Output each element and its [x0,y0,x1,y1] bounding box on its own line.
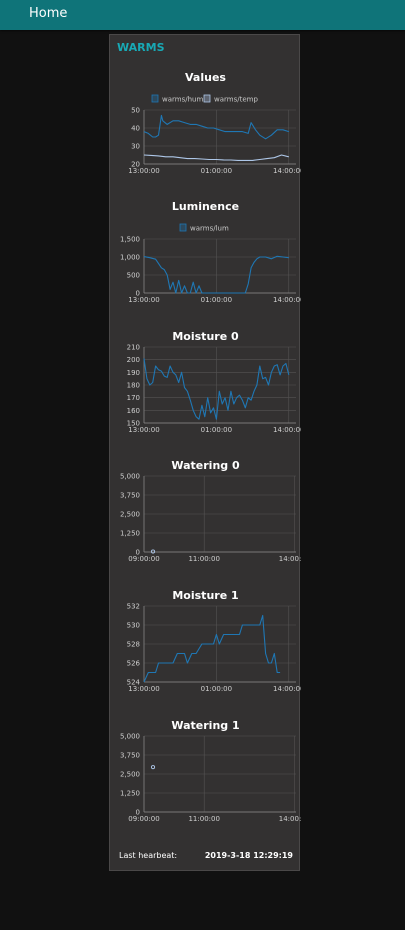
chart-moisture1: Moisture 1 532 530 528 526 524 13:00:00 01:00:… [110,589,305,709]
x-tick-label: 01:00:00 [201,167,232,175]
x-tick-label: 14:00:00 [273,167,301,175]
y-tick-label: 160 [127,407,140,415]
data-point [150,549,156,554]
chart-watering1: Watering 1 5,000 3,750 2,500 1,250 0 09:00:00… [110,719,310,839]
moisture0-plot: 21020019018017016015013:00:00 01:00:00 14:… [127,344,305,435]
chart-watering0: Watering 0 5,000 3,750 2,500 1,250 0 09:00:00… [110,459,310,579]
x-tick-label: 14:00:00 [279,815,301,823]
heartbeat-label: Last hearbeat: [119,851,178,860]
series-line [143,614,281,683]
chart-title: Watering 1 [171,719,240,732]
x-tick-label: 09:00:00 [128,815,159,823]
chart-title: Moisture 0 [172,330,239,343]
chart-title: Moisture 1 [172,589,239,602]
y-tick-label: 1,250 [120,530,140,538]
y-tick-label: 170 [127,394,140,402]
top-navbar: Home [0,0,405,30]
chart-values: Values warms/hum warms/temp 50 40 30 20 13:00:… [110,71,304,191]
x-tick-label: 13:00:00 [128,296,159,304]
y-tick-label: 532 [127,603,140,611]
legend-swatch [179,223,187,232]
watering0-plot: 5,0003,7502,5001,250009:00:00 11:00:00 14:… [120,473,310,564]
data-point [150,765,156,770]
legend-swatch [151,94,159,103]
y-tick-label: 1,250 [120,790,140,798]
chart-moisture0: Moisture 0 210 200 190 180 170 160 150 13:00:00… [110,330,305,450]
y-tick-label: 50 [131,107,140,115]
warms-panel: WARMS Values warms/hum warms/temp 50 40 30 20… [109,34,310,871]
chart-title: Luminence [171,200,240,213]
chart-title: Values [185,71,226,84]
x-tick-label: 01:00:00 [201,685,232,693]
luminence-plot: warms/lum1,5001,000500013:00:00 01:00:00 1… [120,223,304,304]
y-tick-label: 200 [127,356,140,364]
y-tick-label: 3,750 [120,752,140,760]
heartbeat-value: 2019-3-18 12:29:19 [204,851,293,860]
heartbeat-footer: Last hearbeat: 2019-3-18 12:29:19 [110,851,301,865]
chart-luminence: Luminence warms/lum 1,500 1,000 500 0 13:00:0… [110,200,305,320]
chart-title: Watering 0 [171,459,240,472]
x-tick-label: 14:00:00 [273,685,301,693]
home-link[interactable]: Home [29,6,67,21]
y-tick-label: 1,000 [120,254,140,262]
x-tick-label: 11:00:00 [188,815,219,823]
y-tick-label: 5,000 [120,473,140,481]
x-tick-label: 14:00:00 [273,296,301,304]
y-tick-label: 530 [127,622,140,630]
x-tick-label: 13:00:00 [128,685,159,693]
y-tick-label: 1,500 [120,236,140,244]
watering1-plot: 5,0003,7502,5001,250009:00:00 11:00:00 14:… [120,733,310,824]
y-tick-label: 2,500 [120,771,140,779]
legend-swatch [203,94,211,103]
y-tick-label: 5,000 [120,733,140,741]
y-tick-label: 180 [127,382,140,390]
y-tick-label: 3,750 [120,492,140,500]
x-tick-label: 01:00:00 [201,426,232,434]
y-tick-label: 2,500 [120,511,140,519]
y-tick-label: 210 [127,344,140,352]
y-tick-label: 500 [127,272,140,280]
legend-label: warms/lum [190,225,229,233]
x-tick-label: 09:00:00 [128,555,159,563]
panel-title: WARMS [117,41,165,54]
y-tick-label: 190 [127,369,140,377]
x-tick-label: 13:00:00 [128,426,159,434]
values-plot: warms/hum warms/temp5040302013:00:00 01:00… [128,94,304,175]
y-tick-label: 526 [127,660,141,668]
x-tick-label: 14:00:00 [279,555,301,563]
y-tick-label: 30 [131,143,140,151]
legend-label: warms/hum [162,96,203,104]
x-tick-label: 13:00:00 [128,167,159,175]
x-tick-label: 11:00:00 [188,555,219,563]
legend-label: warms/temp [214,96,258,104]
moisture1-plot: 53253052852652413:00:0001:00:0014:00:00 [127,603,305,694]
y-tick-label: 528 [127,641,140,649]
x-tick-label: 14:00:00 [273,426,301,434]
y-tick-label: 40 [131,125,140,133]
x-tick-label: 01:00:00 [201,296,232,304]
